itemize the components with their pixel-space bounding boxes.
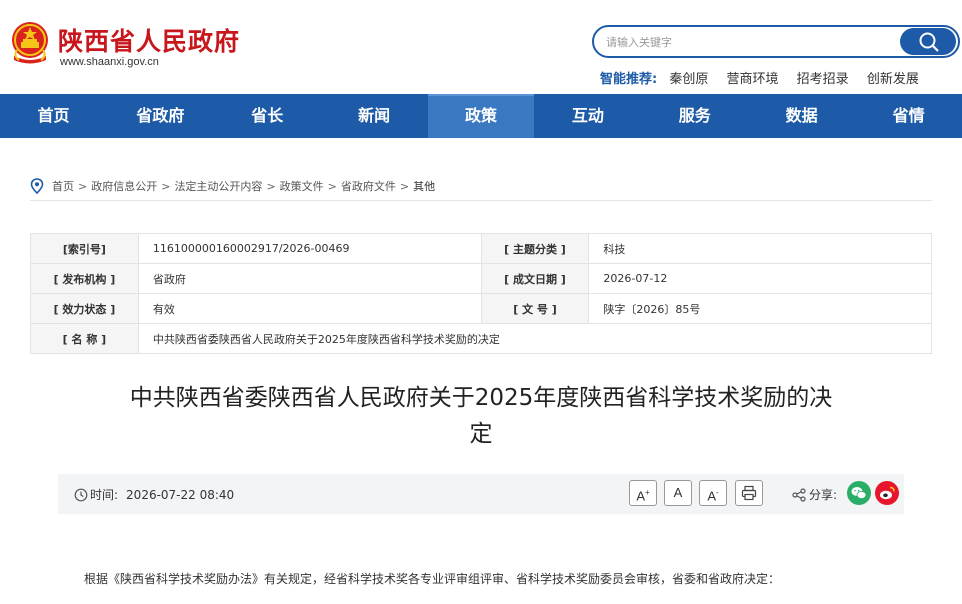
meta-label: [ 文 号 ] [480,293,590,324]
breadcrumb: 首页 > 政府信息公开 > 法定主动公开内容 > 政策文件 > 省政府文件 > … [30,178,435,194]
article-toolbar: 时间: 2026-07-22 08:40 A+ A A- 分享: [58,474,904,514]
nav-item-provincial-gov[interactable]: 省政府 [107,94,214,138]
font-larger-label: A [636,488,645,504]
font-smaller-label: A [707,488,716,504]
meta-value: 陕字〔2026〕85号 [588,293,932,324]
table-row: [ 发布机构 ] 省政府 [ 成文日期 ] 2026-07-12 [30,263,932,294]
publish-time: 时间: 2026-07-22 08:40 [74,486,234,503]
table-row: [ 效力状态 ] 有效 [ 文 号 ] 陕字〔2026〕85号 [30,293,932,324]
breadcrumb-separator: > [78,179,88,193]
font-smaller-sup: - [716,488,719,497]
time-value: 2026-07-22 08:40 [126,487,235,502]
nav-item-policy[interactable]: 政策 [427,94,535,138]
font-normal-button[interactable]: A [664,480,692,506]
article-body-paragraph: 根据《陕西省科学技术奖励办法》有关规定，经省科学技术奖各专业评审组评审、省科学技… [84,572,781,586]
breadcrumb-separator: > [161,179,171,193]
breadcrumb-link[interactable]: 法定主动公开内容 [174,178,262,194]
site-url: www.shaanxi.gov.cn [60,56,159,68]
article-title-line: 定 [469,421,493,447]
recommend-link[interactable]: 创新发展 [867,72,919,87]
print-button[interactable] [735,480,763,506]
meta-value: 中共陕西省委陕西省人民政府关于2025年度陕西省科学技术奖励的决定 [137,323,933,354]
meta-label: [ 发布机构 ] [30,263,139,294]
meta-label: [ 名 称 ] [30,323,139,354]
meta-value: 省政府 [137,263,482,294]
article-title: 中共陕西省委陕西省人民政府关于2025年度陕西省科学技术奖励的决 定 [60,380,902,452]
meta-value: 2026-07-12 [588,263,932,294]
nav-item-services[interactable]: 服务 [641,94,748,138]
breadcrumb-current[interactable]: 其他 [413,178,435,194]
document-metadata-table: [索引号] 116100000160002917/2026-00469 [ 主题… [30,233,933,354]
breadcrumb-link[interactable]: 首页 [52,178,74,194]
smart-recommend: 智能推荐: 秦创原 营商环境 招考招录 创新发展 [600,68,933,87]
national-emblem-icon[interactable] [9,20,51,66]
search-input[interactable] [606,33,886,51]
nav-item-news[interactable]: 新闻 [321,94,428,138]
printer-icon [741,485,757,501]
meta-label: [索引号] [30,233,139,264]
font-larger-sup: + [645,488,650,497]
meta-label: [ 成文日期 ] [480,263,590,294]
nav-item-interaction[interactable]: 互动 [534,94,641,138]
meta-value: 科技 [588,233,932,264]
share-label: 分享: [809,488,838,502]
share-icon [792,487,806,502]
clock-icon [74,488,88,501]
nav-item-data[interactable]: 数据 [748,94,855,138]
time-label: 时间: [90,488,119,502]
article-title-line: 中共陕西省委陕西省人民政府关于2025年度陕西省科学技术奖励的决 [129,385,833,411]
breadcrumb-link[interactable]: 政策文件 [280,178,324,194]
nav-item-province-info[interactable]: 省情 [855,94,962,138]
font-smaller-button[interactable]: A- [699,480,727,506]
recommend-link[interactable]: 营商环境 [727,72,779,87]
site-header: 陕西省人民政府 www.shaanxi.gov.cn 智能推荐: 秦创原 营商环… [0,0,962,94]
search-icon [919,32,939,52]
wechat-icon [851,487,867,499]
breadcrumb-separator: > [327,179,337,193]
location-pin-icon [30,178,44,194]
weibo-share-button[interactable] [875,481,899,505]
recommend-link[interactable]: 秦创原 [669,72,708,87]
wechat-share-button[interactable] [847,481,871,505]
recommend-link[interactable]: 招考招录 [797,72,849,87]
meta-label: [ 效力状态 ] [30,293,139,324]
font-normal-label: A [673,485,683,500]
breadcrumb-separator: > [266,179,276,193]
search-button[interactable] [900,28,956,55]
share-section: 分享: [792,486,837,503]
recommend-label: 智能推荐: [600,72,658,87]
meta-label: [ 主题分类 ] [480,233,590,264]
font-larger-button[interactable]: A+ [629,480,657,506]
divider [30,200,932,201]
meta-value: 116100000160002917/2026-00469 [137,233,482,264]
breadcrumb-link[interactable]: 省政府文件 [341,178,396,194]
site-title[interactable]: 陕西省人民政府 [58,22,240,58]
weibo-icon [880,486,895,500]
table-row: [ 名 称 ] 中共陕西省委陕西省人民政府关于2025年度陕西省科学技术奖励的决… [30,323,933,354]
breadcrumb-link[interactable]: 政府信息公开 [91,178,157,194]
nav-item-governor[interactable]: 省长 [214,94,321,138]
breadcrumb-separator: > [399,179,410,193]
search-box [592,25,960,58]
nav-item-home[interactable]: 首页 [0,94,107,138]
main-nav: 首页 省政府 省长 新闻 政策 互动 服务 数据 省情 [0,94,962,138]
meta-value: 有效 [137,293,482,324]
table-row: [索引号] 116100000160002917/2026-00469 [ 主题… [30,233,932,264]
